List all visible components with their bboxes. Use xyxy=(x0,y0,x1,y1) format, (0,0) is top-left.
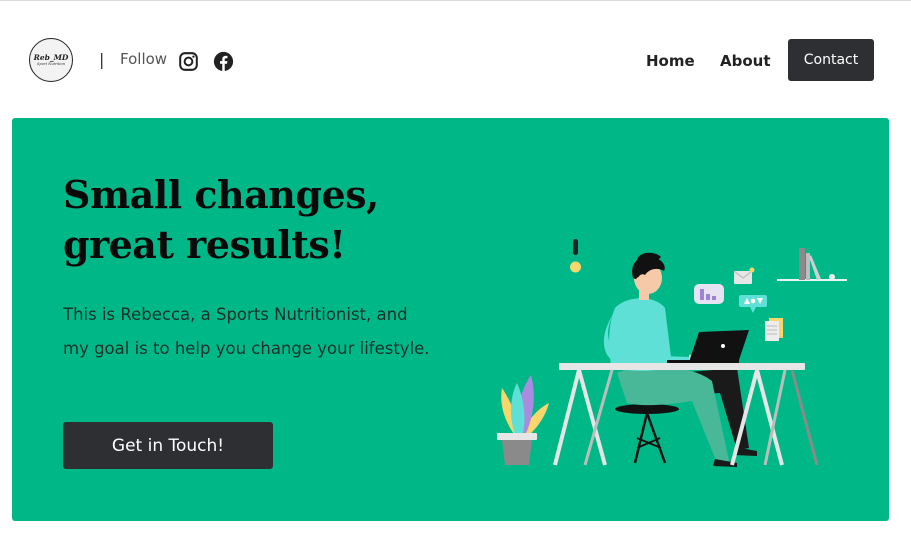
plant-icon xyxy=(497,375,549,465)
message-bubble-icon xyxy=(739,295,767,313)
hero-headline: Small changes, great results! xyxy=(63,170,443,270)
hero-lead-text: This is Rebecca, a Sports Nutritionist, … xyxy=(63,305,430,358)
person-at-desk-illustration xyxy=(497,239,847,467)
chair-icon xyxy=(615,404,679,464)
instagram-icon[interactable] xyxy=(178,51,199,72)
headline-line-2: great results! xyxy=(63,222,346,267)
mail-icon xyxy=(733,267,755,284)
nav-about-link[interactable]: About xyxy=(720,52,771,70)
nav-contact-button[interactable]: Contact xyxy=(788,39,874,81)
chart-bubble-icon xyxy=(694,284,724,304)
facebook-icon[interactable] xyxy=(213,51,234,72)
logo-title: Reb_MD xyxy=(33,52,69,62)
follow-label: Follow xyxy=(120,50,168,68)
header-separator: | xyxy=(99,50,105,69)
site-logo[interactable]: Reb_MD Sport Nutrition xyxy=(29,38,73,82)
notes-icon xyxy=(765,318,783,341)
nav-home-link[interactable]: Home xyxy=(646,52,695,70)
shelf-icon xyxy=(777,248,847,281)
hero-section: Small changes, great results! This is Re… xyxy=(12,118,889,521)
get-in-touch-button[interactable]: Get in Touch! xyxy=(63,422,273,469)
headline-line-1: Small changes, xyxy=(63,172,379,217)
exclamation-icon xyxy=(570,239,581,273)
logo-subtitle: Sport Nutrition xyxy=(36,61,66,66)
